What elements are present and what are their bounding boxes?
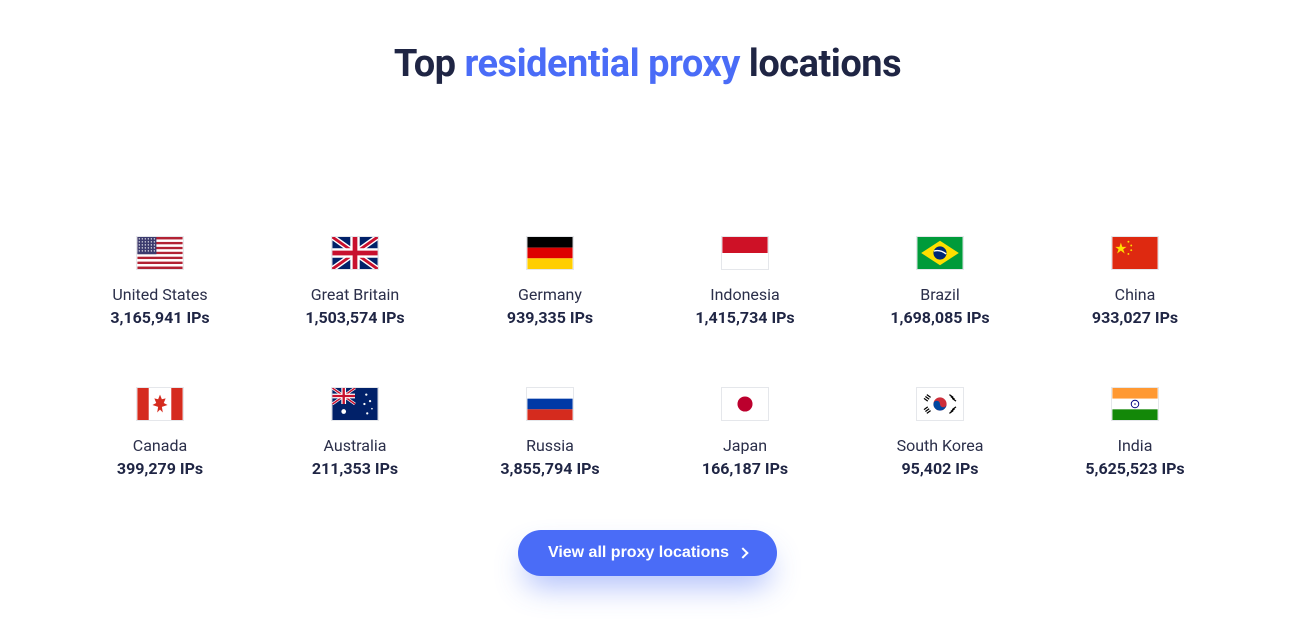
ca-flag-icon bbox=[136, 387, 184, 421]
country-ip-count: 399,279 IPs bbox=[117, 459, 203, 478]
location-card[interactable]: Canada 399,279 IPs bbox=[63, 387, 258, 478]
cn-flag-icon bbox=[1111, 236, 1159, 270]
location-card[interactable]: Germany 939,335 IPs bbox=[453, 236, 648, 327]
title-post: locations bbox=[740, 42, 901, 86]
country-ip-count: 5,625,523 IPs bbox=[1085, 459, 1184, 478]
title-accent: residential proxy bbox=[464, 42, 739, 86]
country-ip-count: 211,353 IPs bbox=[312, 459, 398, 478]
country-ip-count: 939,335 IPs bbox=[507, 308, 593, 327]
country-name: Australia bbox=[324, 436, 387, 455]
country-ip-count: 95,402 IPs bbox=[901, 459, 978, 478]
au-flag-icon bbox=[331, 387, 379, 421]
ru-flag-icon bbox=[526, 387, 574, 421]
view-all-label: View all proxy locations bbox=[548, 544, 729, 562]
location-card[interactable]: Indonesia 1,415,734 IPs bbox=[648, 236, 843, 327]
country-name: Germany bbox=[518, 285, 582, 304]
country-name: United States bbox=[112, 285, 207, 304]
location-card[interactable]: China 933,027 IPs bbox=[1038, 236, 1233, 327]
location-card[interactable]: Great Britain 1,503,574 IPs bbox=[258, 236, 453, 327]
country-name: Great Britain bbox=[311, 285, 400, 304]
gb-flag-icon bbox=[331, 236, 379, 270]
jp-flag-icon bbox=[721, 387, 769, 421]
location-card[interactable]: Japan 166,187 IPs bbox=[648, 387, 843, 478]
country-ip-count: 166,187 IPs bbox=[702, 459, 788, 478]
country-name: Japan bbox=[723, 436, 767, 455]
location-card[interactable]: India 5,625,523 IPs bbox=[1038, 387, 1233, 478]
us-flag-icon bbox=[136, 236, 184, 270]
locations-grid: United States 3,165,941 IPs Great Britain 1… bbox=[63, 236, 1233, 478]
location-card[interactable]: South Korea 95,402 IPs bbox=[843, 387, 1038, 478]
country-name: Canada bbox=[133, 436, 187, 455]
in-flag-icon bbox=[1111, 387, 1159, 421]
page-title: Top residential proxy locations bbox=[394, 42, 901, 86]
br-flag-icon bbox=[916, 236, 964, 270]
country-name: Russia bbox=[526, 436, 574, 455]
country-name: Brazil bbox=[920, 285, 960, 304]
view-all-button[interactable]: View all proxy locations bbox=[518, 530, 777, 576]
country-ip-count: 933,027 IPs bbox=[1092, 308, 1178, 327]
title-pre: Top bbox=[394, 42, 465, 86]
location-card[interactable]: United States 3,165,941 IPs bbox=[63, 236, 258, 327]
country-ip-count: 1,415,734 IPs bbox=[695, 308, 794, 327]
country-name: India bbox=[1118, 436, 1153, 455]
country-name: Indonesia bbox=[710, 285, 780, 304]
de-flag-icon bbox=[526, 236, 574, 270]
country-name: China bbox=[1115, 285, 1156, 304]
country-ip-count: 1,698,085 IPs bbox=[890, 308, 989, 327]
country-name: South Korea bbox=[897, 436, 984, 455]
country-ip-count: 3,855,794 IPs bbox=[500, 459, 599, 478]
location-card[interactable]: Brazil 1,698,085 IPs bbox=[843, 236, 1038, 327]
location-card[interactable]: Australia 211,353 IPs bbox=[258, 387, 453, 478]
chevron-right-icon bbox=[737, 547, 748, 558]
country-ip-count: 3,165,941 IPs bbox=[110, 308, 209, 327]
country-ip-count: 1,503,574 IPs bbox=[305, 308, 404, 327]
kr-flag-icon bbox=[916, 387, 964, 421]
location-card[interactable]: Russia 3,855,794 IPs bbox=[453, 387, 648, 478]
id-flag-icon bbox=[721, 236, 769, 270]
